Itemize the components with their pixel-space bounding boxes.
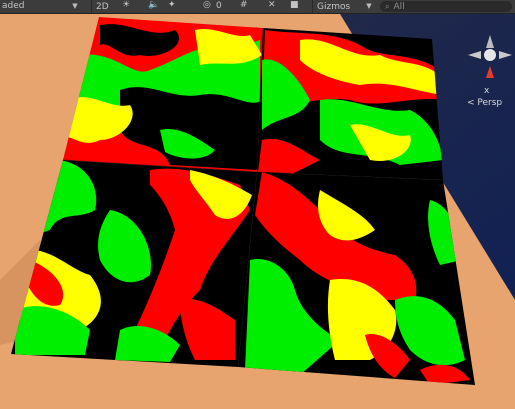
chevron-down-icon[interactable]: ▼ [364, 2, 374, 11]
shading-mode-dropdown[interactable]: aded [2, 0, 24, 13]
grid-icon[interactable]: # [240, 0, 248, 10]
lighting-icon[interactable]: ☀ [122, 0, 130, 10]
camera-icon[interactable]: ■ [290, 0, 299, 10]
hidden-count: 0 [216, 1, 222, 11]
audio-icon[interactable]: 🔈 [148, 0, 159, 10]
chevron-down-icon[interactable]: ▼ [70, 2, 80, 11]
search-icon: ⌕ [385, 1, 390, 11]
search-placeholder: All [393, 1, 405, 12]
gizmos-label: Gizmos [317, 1, 351, 12]
hidden-objects-icon[interactable]: ◎ [203, 0, 211, 10]
scene-toolbar: aded ▼ 2D ☀ 🔈 ✦ ◎ 0 # ✕ ■ Gizmos ▼ ⌕ All [0, 0, 515, 14]
scene-view[interactable]: x < Persp [0, 14, 515, 409]
x-axis-label: x [484, 86, 490, 96]
search-field[interactable]: ⌕ All [380, 1, 512, 12]
effects-icon[interactable]: ✦ [168, 0, 176, 10]
terrain-tile-top-right [257, 28, 443, 180]
projection-toggle[interactable]: < Persp [467, 98, 502, 108]
gizmos-button[interactable]: Gizmos [312, 0, 354, 13]
tools-icon[interactable]: ✕ [268, 0, 276, 10]
terrain-tile-bottom-right [238, 172, 475, 385]
toggle-2d-button[interactable]: 2D [91, 0, 113, 13]
toggle-2d-label: 2D [96, 1, 109, 12]
scene-render [0, 14, 515, 409]
